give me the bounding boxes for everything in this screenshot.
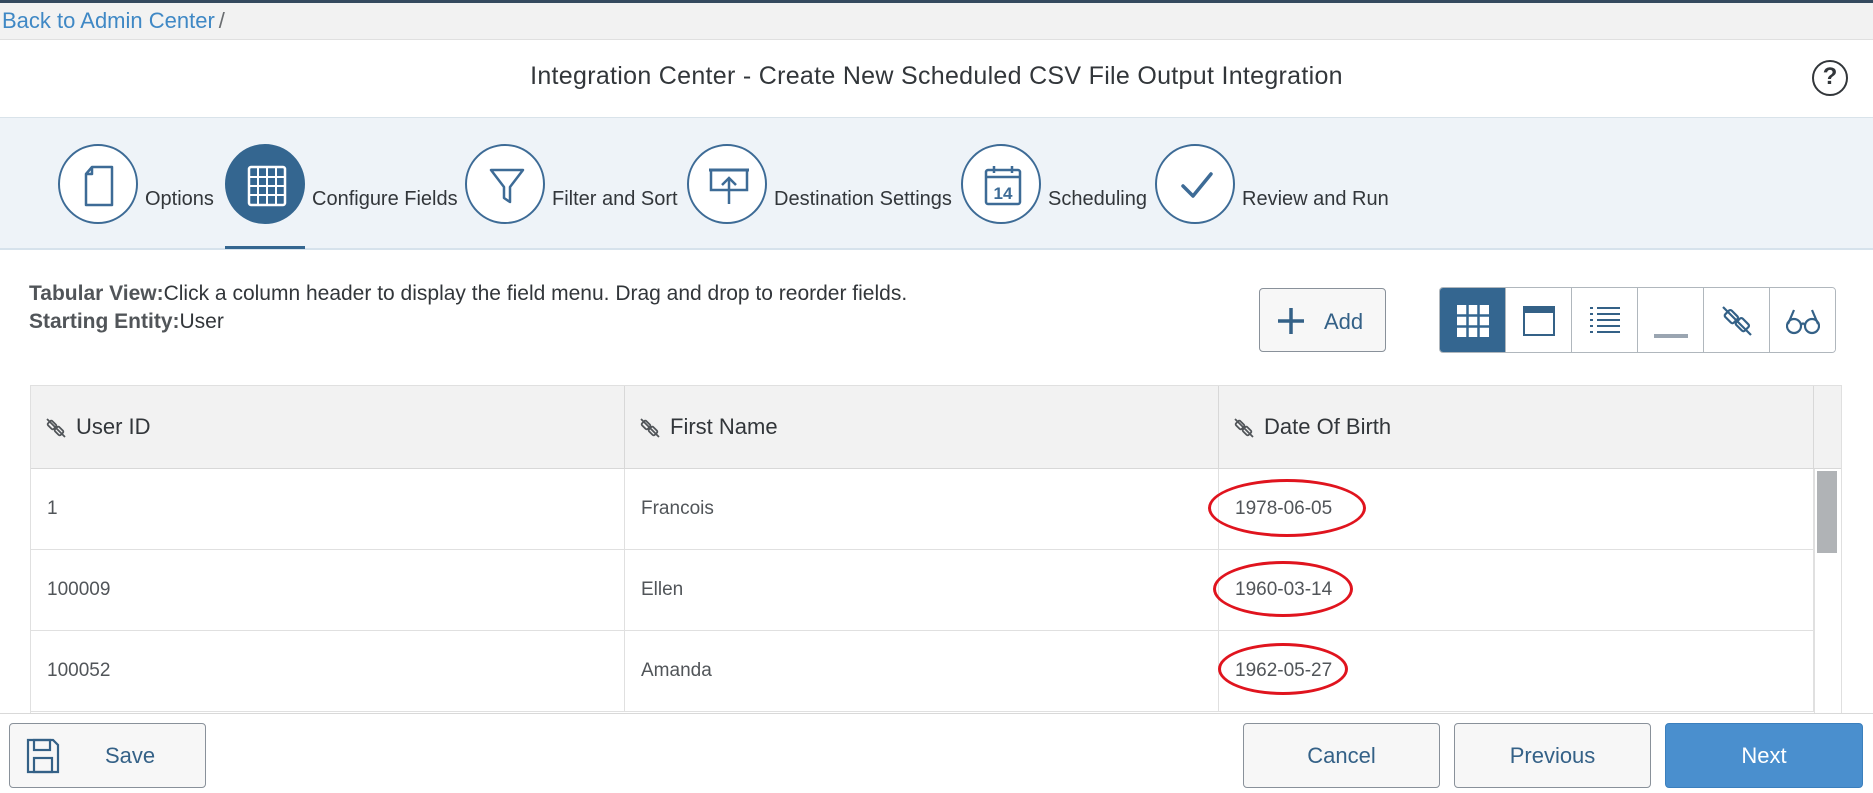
highlight-circle: [1218, 643, 1348, 695]
grid-icon: [247, 165, 287, 207]
table-header: User ID First Name Date Of Birth: [31, 386, 1841, 469]
add-field-button[interactable]: Add: [1259, 288, 1386, 352]
cell-first-name: Francois: [625, 469, 1219, 550]
fields-table: User ID First Name Date Of Birth 1 Franc…: [30, 385, 1842, 715]
checkmark-icon: [1181, 172, 1213, 198]
calendar-day: 14: [994, 184, 1013, 203]
calendar-icon: 14: [984, 166, 1022, 206]
minimize-view-button[interactable]: [1638, 288, 1704, 352]
cell-first-name: Ellen: [625, 550, 1219, 631]
next-button[interactable]: Next: [1665, 723, 1863, 788]
plus-icon: [1278, 308, 1304, 334]
unlink-icon: [1234, 418, 1254, 438]
document-icon: [84, 165, 114, 207]
save-button[interactable]: Save: [9, 723, 206, 788]
active-step-indicator: [225, 246, 305, 249]
table-row: 1 Francois 1978-06-05: [31, 469, 1814, 550]
cell-date-of-birth: 1978-06-05: [1208, 469, 1814, 550]
save-icon: [26, 738, 60, 774]
wizard-steps: Options Configure Fields Filter and Sort: [0, 118, 1873, 250]
tabular-view-info: Tabular View:Click a column header to di…: [29, 282, 908, 305]
starting-entity-info: Starting Entity:User: [29, 310, 224, 333]
unlink-view-icon: [1722, 306, 1752, 336]
cell-user-id: 100052: [31, 631, 625, 712]
unlink-view-button[interactable]: [1704, 288, 1770, 352]
help-icon[interactable]: ?: [1812, 60, 1848, 96]
list-view-button[interactable]: [1572, 288, 1638, 352]
cell-date-of-birth: 1962-05-27: [1218, 631, 1814, 712]
step-label: Options: [145, 188, 214, 210]
upload-icon: [709, 168, 749, 204]
panel-view-icon: [1523, 306, 1555, 336]
column-header-first-name[interactable]: First Name: [625, 386, 1219, 469]
cell-user-id: 100009: [31, 550, 625, 631]
view-mode-toolbar: [1439, 287, 1836, 353]
highlight-circle: [1208, 479, 1366, 537]
breadcrumb: Back to Admin Center /: [2, 8, 225, 34]
step-label: Filter and Sort: [552, 188, 678, 210]
back-to-admin-center-link[interactable]: Back to Admin Center: [2, 8, 215, 33]
cell-first-name: Amanda: [625, 631, 1219, 712]
footer-bar: Save Cancel Previous Next: [0, 713, 1873, 793]
preview-glasses-icon: [1786, 309, 1820, 335]
minimize-view-icon: [1654, 334, 1688, 338]
grid-view-button[interactable]: [1440, 288, 1506, 352]
unlink-icon: [46, 418, 66, 438]
funnel-icon: [489, 168, 525, 204]
unlink-icon: [640, 418, 660, 438]
list-view-icon: [1590, 307, 1620, 333]
page-title: Integration Center - Create New Schedule…: [530, 62, 1343, 90]
panel-view-button[interactable]: [1506, 288, 1572, 352]
table-row: 100009 Ellen 1960-03-14: [31, 550, 1814, 631]
step-label: Destination Settings: [774, 188, 952, 210]
step-label: Configure Fields: [312, 188, 458, 210]
breadcrumb-separator: /: [218, 8, 225, 33]
scrollbar-thumb[interactable]: [1817, 471, 1837, 553]
breadcrumb-bar: Back to Admin Center /: [0, 0, 1873, 40]
info-text: Tabular View:Click a column header to di…: [29, 280, 907, 336]
add-label: Add: [1324, 309, 1364, 334]
previous-button[interactable]: Previous: [1454, 723, 1651, 788]
table-row: 100052 Amanda 1962-05-27: [31, 631, 1814, 712]
column-header-date-of-birth[interactable]: Date Of Birth: [1219, 386, 1814, 469]
column-header-user-id[interactable]: User ID: [31, 386, 625, 469]
cell-user-id: 1: [31, 469, 625, 550]
step-label: Scheduling: [1048, 188, 1147, 210]
cell-date-of-birth: 1960-03-14: [1213, 550, 1814, 631]
grid-view-icon: [1457, 305, 1489, 337]
cancel-button[interactable]: Cancel: [1243, 723, 1440, 788]
preview-button[interactable]: [1770, 288, 1835, 352]
page-header: Integration Center - Create New Schedule…: [0, 40, 1873, 118]
step-label: Review and Run: [1242, 188, 1389, 210]
highlight-circle: [1213, 561, 1353, 617]
